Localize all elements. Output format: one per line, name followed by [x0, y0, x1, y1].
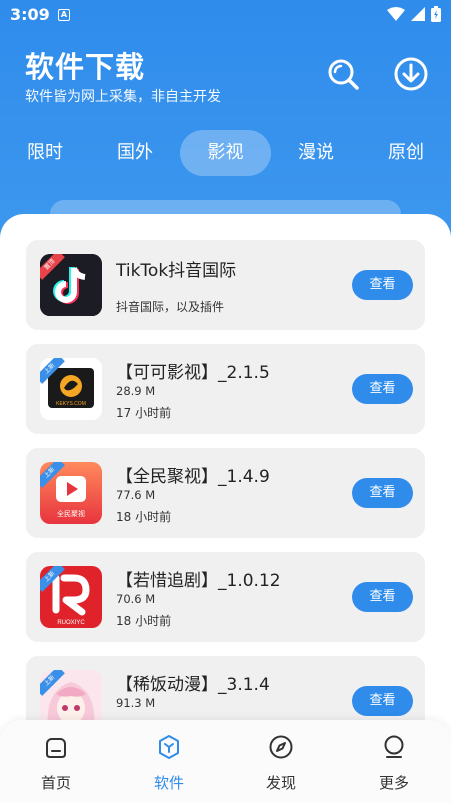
search-icon: [328, 59, 359, 90]
bottom-navigation: 首页 软件 发现 更多: [0, 720, 451, 803]
app-list: 置顶 TikTok抖音国际 抖音国际，以及插件 查看 KEKYS.COM 上新 …: [0, 214, 451, 803]
logo-text: KEKYS.COM: [56, 401, 86, 407]
app-size: 70.6 M: [116, 592, 156, 606]
nav-label: 软件: [153, 774, 184, 792]
nav-software[interactable]: 软件: [129, 734, 209, 793]
app-updated-time: 18 小时前: [116, 510, 172, 524]
tab-xianshi[interactable]: 限时: [15, 130, 75, 176]
app-updated-time: 18 小时前: [116, 614, 172, 628]
view-button[interactable]: 查看: [352, 582, 413, 612]
app-name: 【可可影视】_2.1.5: [116, 363, 270, 383]
software-icon: [159, 735, 179, 759]
app-description: 抖音国际，以及插件: [116, 300, 225, 314]
app-name: 【若惜追剧】_1.0.12: [116, 571, 281, 591]
app-name: 【全民聚视】_1.4.9: [116, 467, 270, 487]
app-card[interactable]: RUOXIYC 上新 【若惜追剧】_1.0.12 70.6 M 18 小时前 查…: [26, 552, 425, 642]
view-button[interactable]: 查看: [352, 478, 413, 508]
battery-icon: [431, 6, 441, 22]
more-icon: [384, 735, 404, 758]
ruoxi-logo: RUOXIYC 上新: [40, 566, 102, 628]
app-size: 77.6 M: [116, 488, 156, 502]
tab-manshuo[interactable]: 漫说: [286, 130, 346, 176]
compass-icon: [269, 735, 293, 759]
view-button[interactable]: 查看: [352, 270, 413, 300]
page-subtitle: 软件皆为网上采集，非自主开发: [25, 89, 221, 105]
status-bar: 3:09 A: [0, 0, 451, 30]
logo-text: 全民聚视: [57, 509, 85, 518]
app-card[interactable]: 置顶 TikTok抖音国际 抖音国际，以及插件 查看: [26, 240, 425, 330]
app-updated-time: 17 小时前: [116, 406, 172, 420]
wifi-icon: [387, 7, 405, 21]
notification-icon: A: [58, 9, 70, 21]
app-card[interactable]: 全民聚视 上新 【全民聚视】_1.4.9 77.6 M 18 小时前 查看: [26, 448, 425, 538]
nav-more[interactable]: 更多: [354, 734, 434, 793]
app-name: 【稀饭动漫】_3.1.4: [116, 675, 270, 695]
nav-label: 首页: [40, 774, 71, 792]
logo-text: RUOXIYC: [57, 620, 85, 626]
nav-discover[interactable]: 发现: [241, 734, 321, 793]
view-button[interactable]: 查看: [352, 374, 413, 404]
view-button[interactable]: 查看: [352, 686, 413, 716]
app-card[interactable]: KEKYS.COM 上新 【可可影视】_2.1.5 28.9 M 17 小时前 …: [26, 344, 425, 434]
nav-home[interactable]: 首页: [16, 734, 96, 793]
download-button[interactable]: [393, 56, 429, 92]
app-name: TikTok抖音国际: [116, 261, 237, 281]
nav-label: 更多: [378, 774, 409, 792]
download-icon: [394, 57, 428, 91]
category-tabs: 限时 国外 影视 漫说 原创: [0, 130, 451, 176]
tab-guowai[interactable]: 国外: [105, 130, 165, 176]
quanmin-logo: 全民聚视 上新: [40, 462, 102, 524]
nav-label: 发现: [265, 774, 296, 792]
home-icon: [46, 738, 66, 758]
page-title: 软件下载: [25, 50, 146, 84]
signal-icon: [411, 7, 425, 21]
status-time: 3:09: [10, 5, 50, 24]
app-size: 28.9 M: [116, 384, 156, 398]
search-button[interactable]: [325, 56, 361, 92]
tab-yuanchuang[interactable]: 原创: [376, 130, 436, 176]
tab-yingshi[interactable]: 影视: [180, 130, 271, 176]
tiktok-logo: 置顶: [40, 254, 102, 316]
kekeys-logo: KEKYS.COM 上新: [40, 358, 102, 420]
app-size: 91.3 M: [116, 696, 156, 710]
